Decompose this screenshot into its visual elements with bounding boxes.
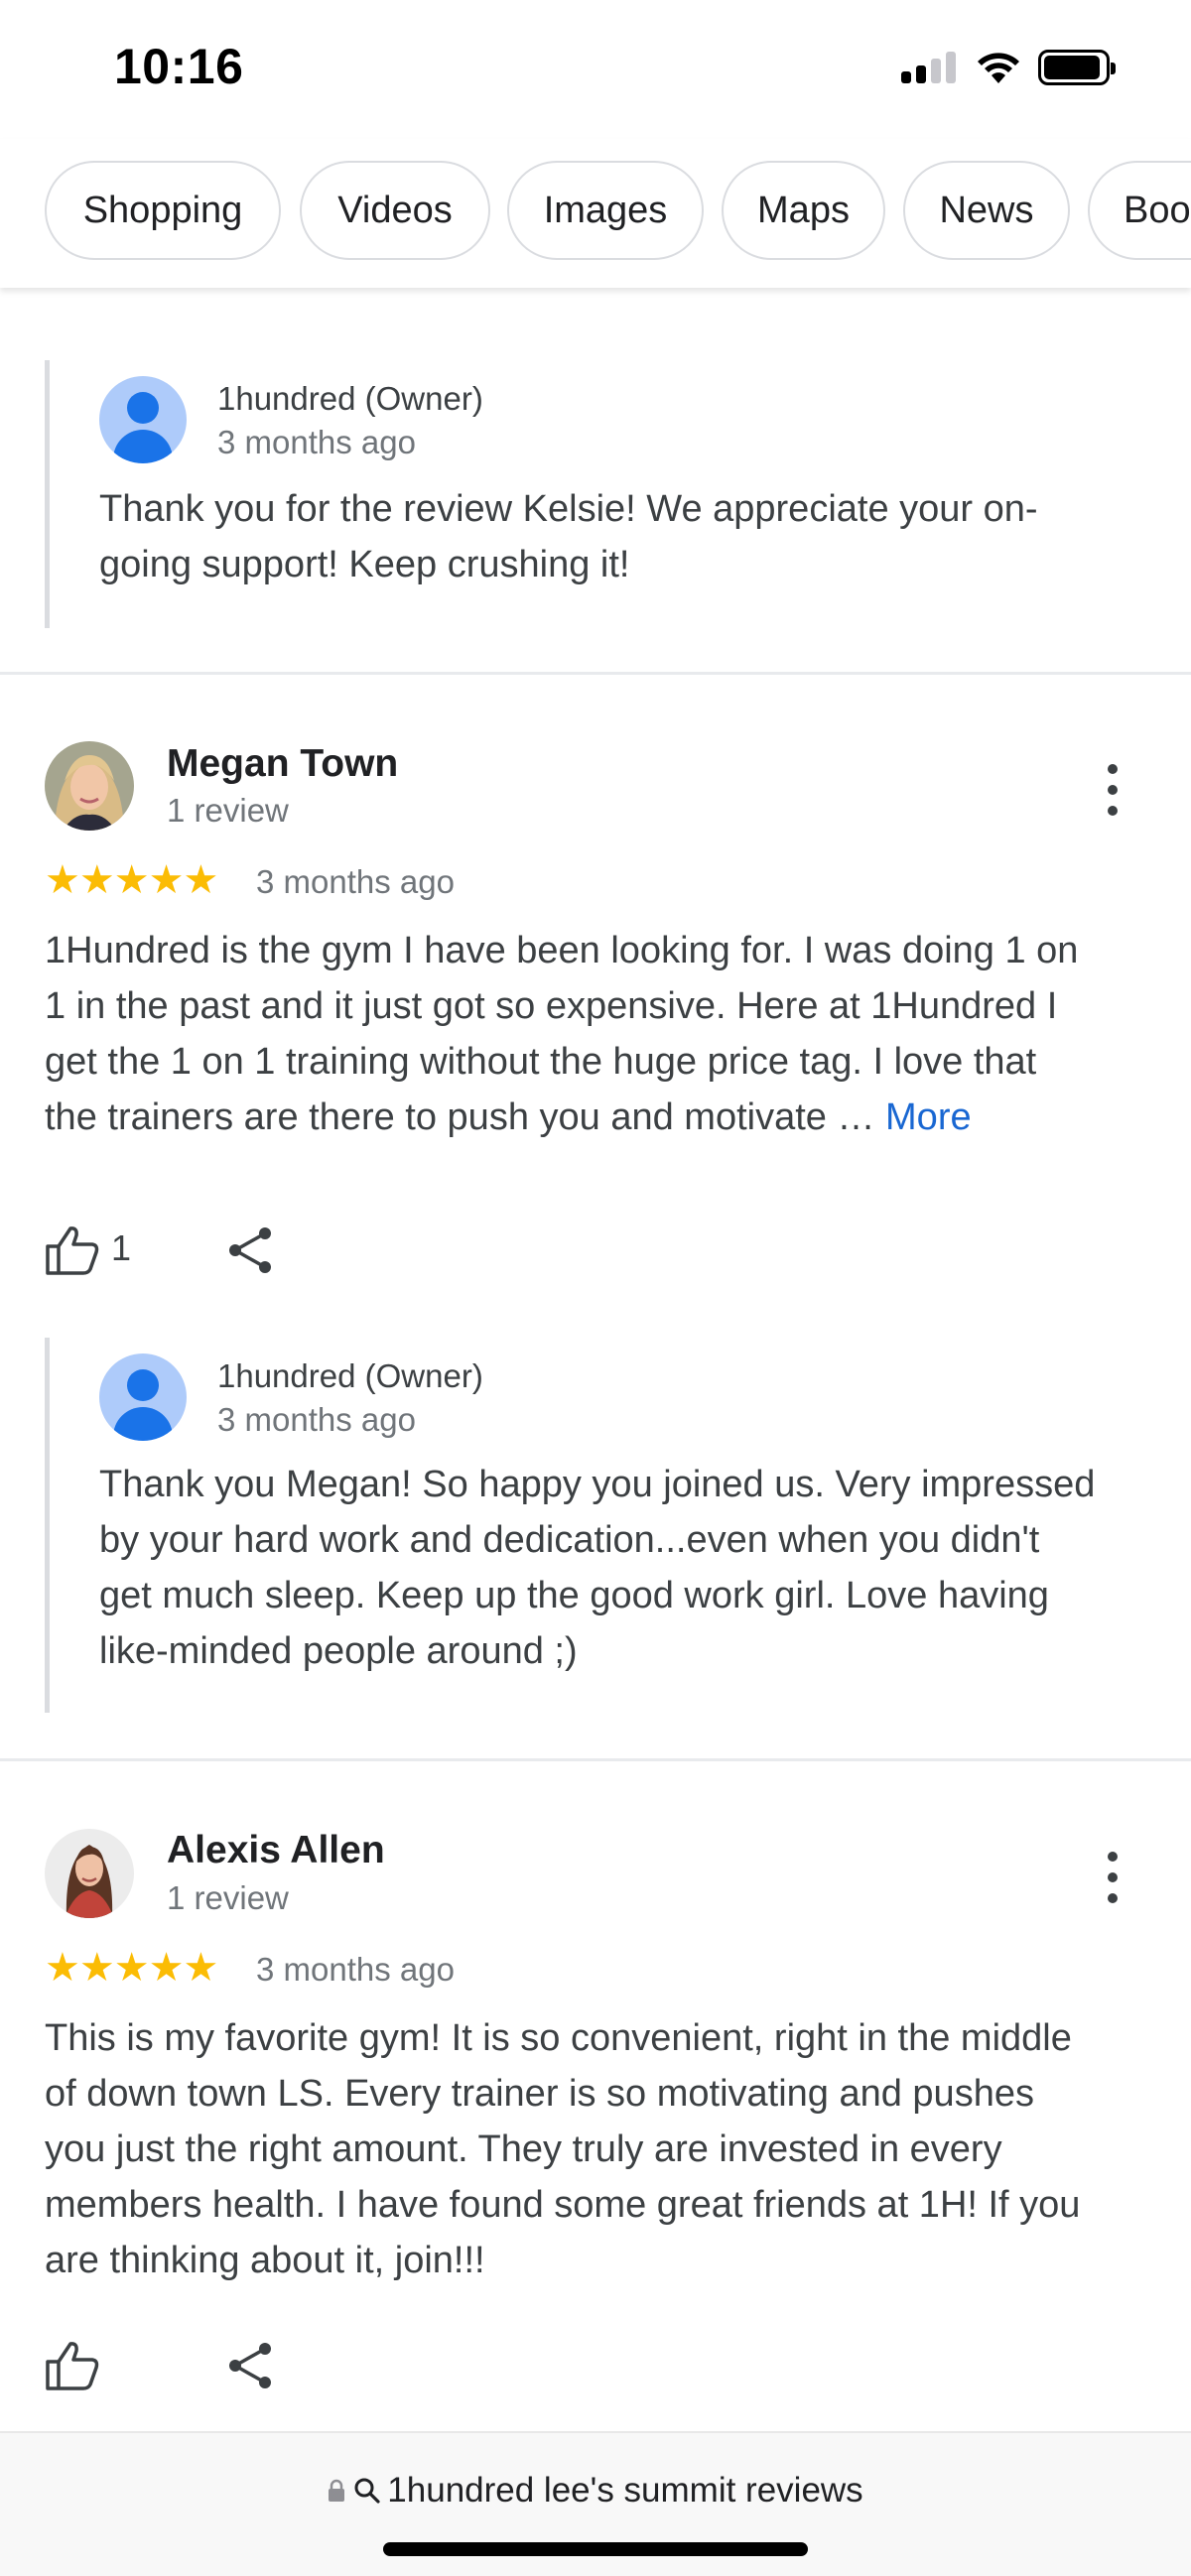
owner-reply: 1hundred (Owner) 3 months ago Thank you … [45, 1338, 1136, 1713]
cellular-signal-icon [901, 52, 957, 83]
star-rating: ★★★★★ [45, 1946, 218, 1990]
chip-shopping[interactable]: Shopping [45, 161, 281, 260]
wifi-icon [978, 53, 1019, 83]
url-row[interactable]: 1hundred lee's summit reviews [0, 2471, 1191, 2511]
more-options-icon[interactable] [1100, 760, 1125, 820]
owner-name: 1hundred (Owner) [217, 1357, 483, 1394]
thumbs-up-icon[interactable] [45, 2340, 100, 2391]
owner-name: 1hundred (Owner) [217, 380, 483, 417]
browser-address-bar[interactable]: 1hundred lee's summit reviews [0, 2431, 1191, 2576]
avatar[interactable] [45, 1829, 134, 1918]
owner-avatar [99, 1353, 187, 1441]
like-count: 1 [111, 1227, 132, 1268]
owner-reply-text: Thank you for the review Kelsie! We appr… [99, 488, 1038, 585]
thumbs-up-icon[interactable] [45, 1224, 100, 1276]
share-icon[interactable] [224, 2340, 276, 2391]
lock-icon [329, 2479, 345, 2502]
owner-reply: 1hundred (Owner) 3 months ago Thank you … [45, 360, 1136, 628]
avatar[interactable] [45, 741, 134, 831]
address-text[interactable]: 1hundred lee's summit reviews [387, 2471, 862, 2511]
owner-reply-time: 3 months ago [217, 424, 416, 460]
star-rating: ★★★★★ [45, 858, 218, 902]
chip-maps[interactable]: Maps [722, 161, 885, 260]
status-bar: 10:16 [0, 0, 1191, 139]
owner-avatar [99, 376, 187, 463]
chip-books[interactable]: Boo [1088, 161, 1191, 260]
review-time: 3 months ago [256, 1951, 455, 1988]
search-filter-chips: Shopping Videos Images Maps News Boo [0, 139, 1191, 288]
reviewer-name[interactable]: Alexis Allen [167, 1829, 385, 1872]
reviewer-review-count: 1 review [167, 1879, 289, 1916]
battery-icon [1038, 50, 1116, 85]
review-text: 1Hundred is the gym I have been looking … [45, 930, 1079, 1138]
more-link[interactable]: More [885, 1096, 972, 1138]
share-icon[interactable] [224, 1224, 276, 1276]
home-indicator[interactable] [383, 2542, 808, 2556]
review-text: This is my favorite gym! It is so conven… [45, 2017, 1081, 2281]
divider [0, 672, 1191, 675]
more-options-icon[interactable] [1100, 1848, 1125, 1907]
review-time: 3 months ago [256, 863, 455, 900]
chip-images[interactable]: Images [507, 161, 704, 260]
search-icon [354, 2478, 380, 2504]
reviewer-name[interactable]: Megan Town [167, 742, 398, 786]
divider [0, 1758, 1191, 1761]
reviewer-review-count: 1 review [167, 792, 289, 829]
status-time: 10:16 [114, 39, 244, 94]
owner-reply-text: Thank you Megan! So happy you joined us.… [99, 1464, 1096, 1672]
owner-reply-time: 3 months ago [217, 1401, 416, 1438]
chip-news[interactable]: News [903, 161, 1070, 260]
chip-videos[interactable]: Videos [300, 161, 490, 260]
